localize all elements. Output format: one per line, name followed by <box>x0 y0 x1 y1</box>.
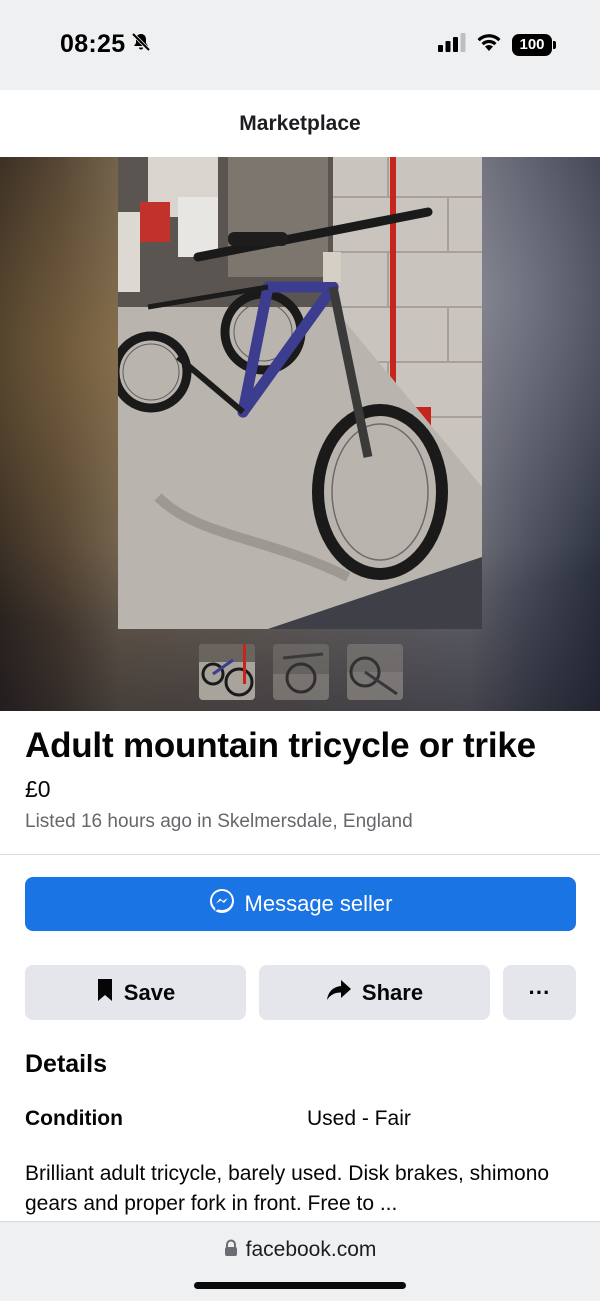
main-listing-photo[interactable] <box>118 157 482 629</box>
photo-carousel[interactable] <box>0 157 600 711</box>
share-button[interactable]: Share <box>259 965 490 1020</box>
thumbnail-3[interactable] <box>347 644 403 700</box>
messenger-icon <box>209 888 235 920</box>
listing-price: £0 <box>25 776 51 802</box>
home-indicator[interactable] <box>194 1282 406 1289</box>
listing-description[interactable]: Brilliant adult tricycle, barely used. D… <box>25 1159 585 1219</box>
status-time-group: 08:25 <box>60 30 151 59</box>
more-options-button[interactable]: ··· <box>503 965 576 1020</box>
url-group[interactable]: facebook.com <box>0 1238 600 1262</box>
thumbnail-strip <box>199 644 403 700</box>
lock-icon <box>224 1239 238 1262</box>
status-time: 08:25 <box>60 30 126 58</box>
page-title: Marketplace <box>239 111 361 135</box>
bookmark-icon <box>96 978 114 1008</box>
status-bar: 08:25 100 <box>0 0 600 90</box>
page-header: Marketplace <box>0 90 600 157</box>
details-heading: Details <box>25 1050 107 1078</box>
condition-value: Used - Fair <box>307 1107 411 1130</box>
wifi-icon <box>476 32 502 57</box>
battery-icon: 100 <box>512 33 556 56</box>
listing-title: Adult mountain tricycle or trike <box>25 726 536 765</box>
divider <box>0 854 600 855</box>
browser-url-bar[interactable]: facebook.com <box>0 1221 600 1301</box>
more-dots-icon: ··· <box>528 979 551 1005</box>
signal-icon <box>438 32 466 57</box>
bell-slash-icon <box>131 32 151 57</box>
thumbnail-2[interactable] <box>273 644 329 700</box>
save-label: Save <box>123 979 176 1005</box>
listing-meta: Listed 16 hours ago in Skelmersdale, Eng… <box>25 811 413 832</box>
message-seller-button[interactable]: Message seller <box>25 877 576 931</box>
condition-label: Condition <box>25 1107 123 1130</box>
url-text: facebook.com <box>245 1238 377 1261</box>
share-icon <box>326 978 352 1008</box>
message-seller-label: Message seller <box>244 891 393 916</box>
save-button[interactable]: Save <box>25 965 246 1020</box>
thumbnail-1[interactable] <box>199 644 255 700</box>
share-label: Share <box>361 979 424 1005</box>
status-right-group: 100 <box>438 32 556 57</box>
